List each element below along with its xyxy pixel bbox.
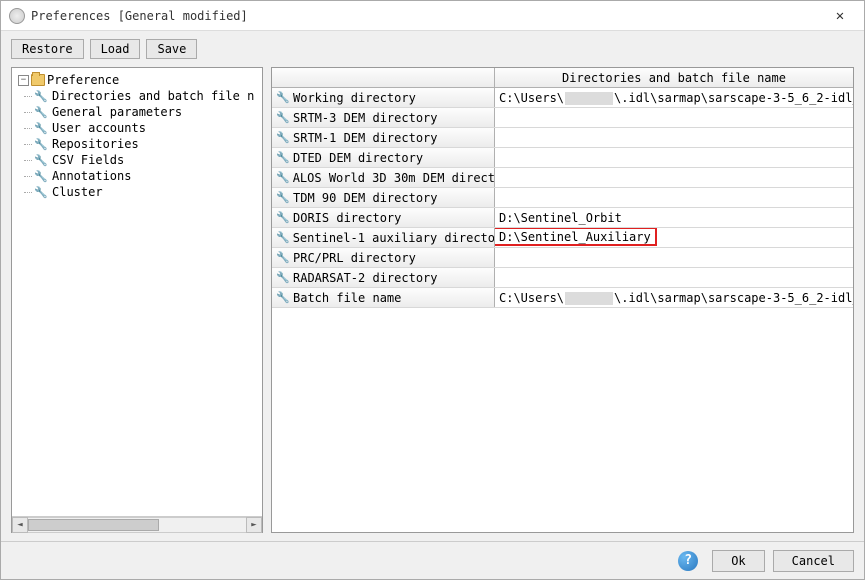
- titlebar: Preferences [General modified] ✕: [1, 1, 864, 31]
- tree-item-csv[interactable]: 🔧 CSV Fields: [32, 152, 260, 168]
- folder-icon: [31, 74, 45, 86]
- properties-table: Directories and batch file name 🔧Working…: [271, 67, 854, 533]
- tree-item-label: General parameters: [52, 105, 182, 119]
- wrench-icon: 🔧: [276, 211, 290, 225]
- row-value[interactable]: [495, 168, 853, 187]
- row-label: SRTM-3 DEM directory: [293, 108, 438, 127]
- row-value[interactable]: [495, 148, 853, 167]
- table-row[interactable]: 🔧DORIS directory D:\Sentinel_Orbit: [272, 208, 853, 228]
- wrench-icon: 🔧: [276, 111, 290, 125]
- tree-item-label: Directories and batch file n: [52, 89, 254, 103]
- table-row[interactable]: 🔧Sentinel-1 auxiliary directory D:\Senti…: [272, 228, 853, 248]
- wrench-icon: 🔧: [34, 169, 48, 183]
- close-button[interactable]: ✕: [824, 4, 856, 28]
- table-row[interactable]: 🔧SRTM-1 DEM directory: [272, 128, 853, 148]
- tree-item-repositories[interactable]: 🔧 Repositories: [32, 136, 260, 152]
- save-button[interactable]: Save: [146, 39, 197, 59]
- wrench-icon: 🔧: [276, 291, 290, 305]
- wrench-icon: 🔧: [34, 185, 48, 199]
- tree-root-label: Preference: [47, 73, 119, 87]
- preferences-window: Preferences [General modified] ✕ Restore…: [0, 0, 865, 580]
- row-value[interactable]: [495, 128, 853, 147]
- row-label: PRC/PRL directory: [293, 248, 416, 267]
- table-row[interactable]: 🔧DTED DEM directory: [272, 148, 853, 168]
- ok-button[interactable]: Ok: [712, 550, 764, 572]
- wrench-icon: 🔧: [34, 89, 48, 103]
- row-value[interactable]: [495, 268, 853, 287]
- row-label: ALOS World 3D 30m DEM directory: [293, 168, 495, 187]
- row-label: DTED DEM directory: [293, 148, 423, 167]
- collapse-icon[interactable]: −: [18, 75, 29, 86]
- row-label: Sentinel-1 auxiliary directory: [293, 228, 495, 247]
- wrench-icon: 🔧: [34, 153, 48, 167]
- tree-item-label: User accounts: [52, 121, 146, 135]
- wrench-icon: 🔧: [276, 231, 290, 245]
- wrench-icon: 🔧: [276, 271, 290, 285]
- tree-item-label: Cluster: [52, 185, 103, 199]
- wrench-icon: 🔧: [276, 251, 290, 265]
- wrench-icon: 🔧: [276, 171, 290, 185]
- table-row[interactable]: 🔧RADARSAT-2 directory: [272, 268, 853, 288]
- table-row[interactable]: 🔧Batch file name C:\Users\\.idl\sarmap\s…: [272, 288, 853, 308]
- row-value[interactable]: C:\Users\\.idl\sarmap\sarscape-3-5_6_2-i…: [495, 288, 853, 307]
- tree-root[interactable]: − Preference: [14, 72, 260, 88]
- help-icon[interactable]: ?: [678, 551, 698, 571]
- row-value[interactable]: [495, 188, 853, 207]
- tree-item-annotations[interactable]: 🔧 Annotations: [32, 168, 260, 184]
- table-row[interactable]: 🔧TDM 90 DEM directory: [272, 188, 853, 208]
- window-title: Preferences [General modified]: [31, 9, 824, 23]
- header-col1: [272, 68, 495, 87]
- row-value[interactable]: D:\Sentinel_Orbit: [495, 208, 853, 227]
- row-value[interactable]: D:\Sentinel_Auxiliary: [495, 228, 853, 247]
- scroll-thumb[interactable]: [28, 519, 159, 531]
- row-label: TDM 90 DEM directory: [293, 188, 438, 207]
- row-label: Batch file name: [293, 288, 401, 307]
- tree-item-label: Annotations: [52, 169, 131, 183]
- cancel-button[interactable]: Cancel: [773, 550, 854, 572]
- row-value[interactable]: C:\Users\\.idl\sarmap\sarscape-3-5_6_2-i…: [495, 88, 853, 107]
- table-header: Directories and batch file name: [272, 68, 853, 88]
- row-label: DORIS directory: [293, 208, 401, 227]
- app-icon: [9, 8, 25, 24]
- tree-hscrollbar[interactable]: ◄ ►: [12, 516, 262, 532]
- wrench-icon: 🔧: [276, 151, 290, 165]
- footer: ? Ok Cancel: [1, 541, 864, 579]
- redacted-text: [565, 292, 613, 305]
- wrench-icon: 🔧: [34, 137, 48, 151]
- tree-item-cluster[interactable]: 🔧 Cluster: [32, 184, 260, 200]
- table-row[interactable]: 🔧PRC/PRL directory: [272, 248, 853, 268]
- tree-item-label: CSV Fields: [52, 153, 124, 167]
- table-row[interactable]: 🔧ALOS World 3D 30m DEM directory: [272, 168, 853, 188]
- table-row[interactable]: 🔧SRTM-3 DEM directory: [272, 108, 853, 128]
- tree-item-users[interactable]: 🔧 User accounts: [32, 120, 260, 136]
- wrench-icon: 🔧: [276, 131, 290, 145]
- header-col2: Directories and batch file name: [495, 68, 853, 87]
- row-label: Working directory: [293, 88, 416, 107]
- row-label: SRTM-1 DEM directory: [293, 128, 438, 147]
- tree-children: 🔧 Directories and batch file n 🔧 General…: [14, 88, 260, 200]
- restore-button[interactable]: Restore: [11, 39, 84, 59]
- scroll-right-icon[interactable]: ►: [246, 517, 262, 533]
- table-row[interactable]: 🔧Working directory C:\Users\\.idl\sarmap…: [272, 88, 853, 108]
- content-area: − Preference 🔧 Directories and batch fil…: [1, 67, 864, 541]
- wrench-icon: 🔧: [276, 191, 290, 205]
- row-value[interactable]: [495, 108, 853, 127]
- tree-body: − Preference 🔧 Directories and batch fil…: [12, 68, 262, 516]
- highlighted-value: D:\Sentinel_Auxiliary: [495, 228, 657, 246]
- scroll-track[interactable]: [28, 517, 246, 533]
- redacted-text: [565, 92, 613, 105]
- tree-item-general[interactable]: 🔧 General parameters: [32, 104, 260, 120]
- load-button[interactable]: Load: [90, 39, 141, 59]
- tree-pane: − Preference 🔧 Directories and batch fil…: [11, 67, 263, 533]
- wrench-icon: 🔧: [34, 105, 48, 119]
- row-label: RADARSAT-2 directory: [293, 268, 438, 287]
- row-value[interactable]: [495, 248, 853, 267]
- scroll-left-icon[interactable]: ◄: [12, 517, 28, 533]
- wrench-icon: 🔧: [276, 91, 290, 105]
- toolbar: Restore Load Save: [1, 31, 864, 67]
- wrench-icon: 🔧: [34, 121, 48, 135]
- tree-item-label: Repositories: [52, 137, 139, 151]
- tree-item-directories[interactable]: 🔧 Directories and batch file n: [32, 88, 260, 104]
